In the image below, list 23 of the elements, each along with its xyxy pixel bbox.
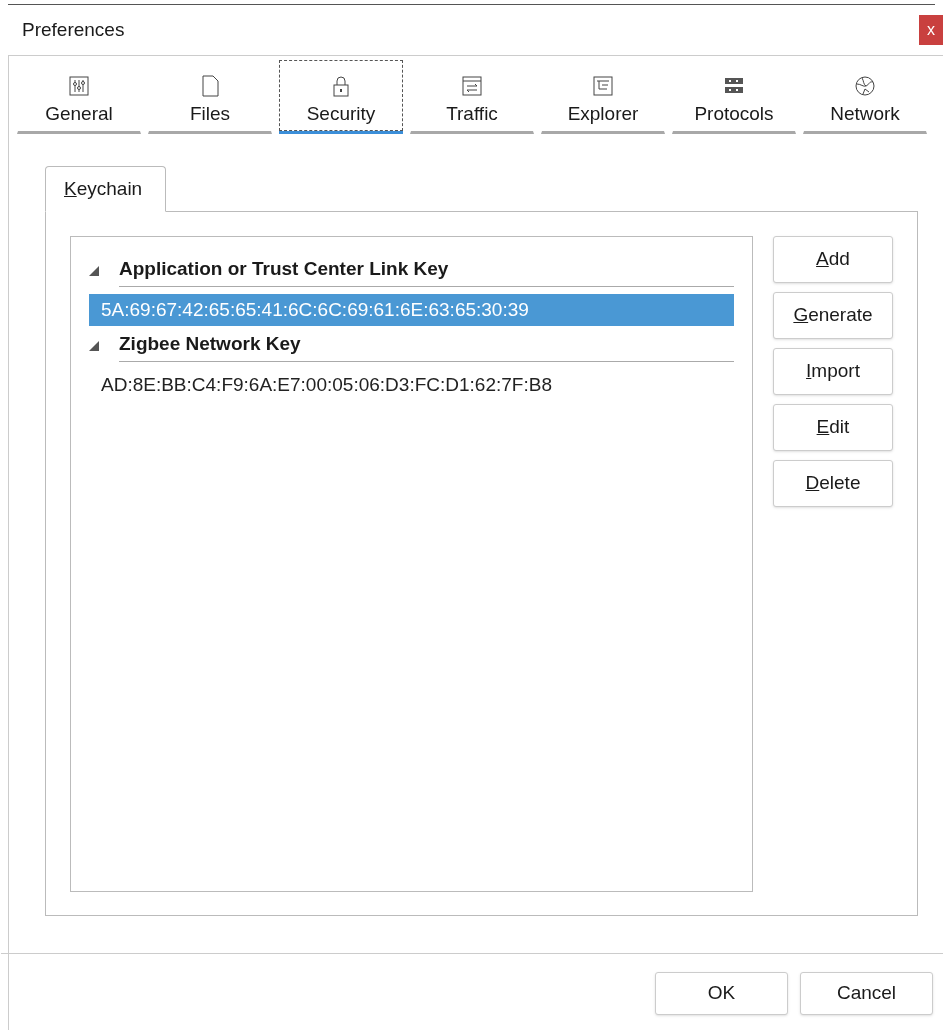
globe-icon [853, 74, 877, 98]
dialog-button[interactable]: OK [655, 972, 788, 1015]
action-button[interactable]: Edit [773, 404, 893, 451]
sliders-icon [67, 74, 91, 98]
group-heading: Zigbee Network Key [119, 330, 734, 362]
settings-tab[interactable]: Explorer [541, 60, 665, 134]
settings-tab[interactable]: Files [148, 60, 272, 134]
settings-tab[interactable]: Security [279, 60, 403, 131]
dialog-button[interactable]: Cancel [800, 972, 933, 1015]
settings-tab[interactable]: Traffic [410, 60, 534, 134]
action-button[interactable]: Delete [773, 460, 893, 507]
settings-tab[interactable]: Protocols [672, 60, 796, 134]
action-button[interactable]: Add [773, 236, 893, 283]
settings-tab[interactable]: Network [803, 60, 927, 134]
window-title: Preferences [22, 17, 125, 42]
close-button[interactable]: x [919, 15, 943, 45]
group-heading: Application or Trust Center Link Key [119, 255, 734, 287]
action-button[interactable]: Import [773, 348, 893, 395]
action-button[interactable]: Generate [773, 292, 893, 339]
settings-tab[interactable]: General [17, 60, 141, 134]
arrows-icon [460, 74, 484, 98]
keychain-tab[interactable]: Keychain [45, 166, 166, 212]
key-row[interactable]: AD:8E:BB:C4:F9:6A:E7:00:05:06:D3:FC:D1:62:7F:B8 [89, 369, 734, 401]
